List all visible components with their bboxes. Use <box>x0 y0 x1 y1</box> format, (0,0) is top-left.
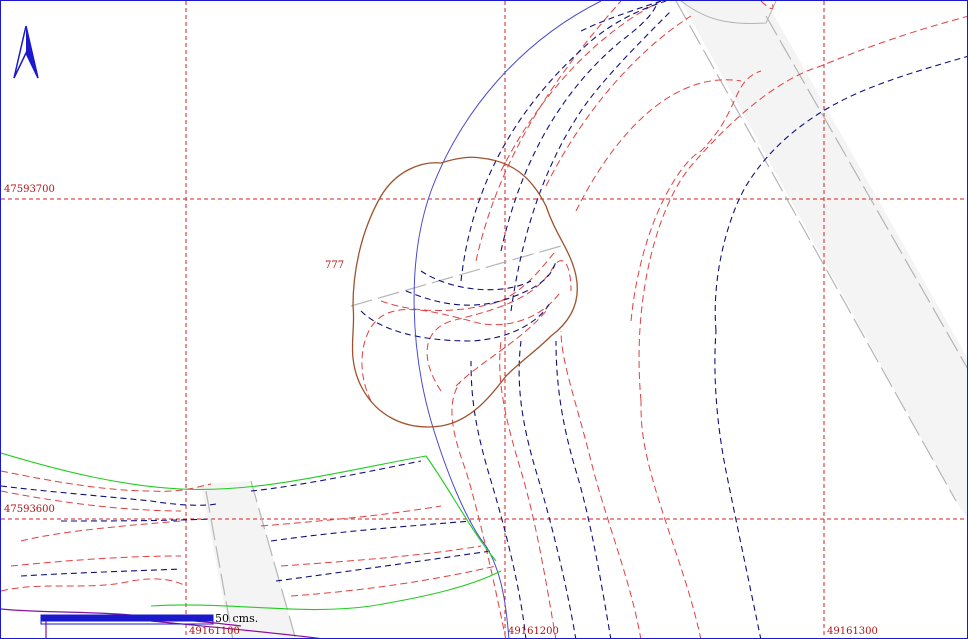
contour-line <box>10 555 182 567</box>
scale-bar <box>40 614 214 625</box>
grid-easting-label: 49161100 <box>189 626 240 637</box>
contour-line <box>20 520 182 542</box>
contour-line <box>555 340 612 638</box>
green-line <box>150 570 502 611</box>
contour-line <box>560 330 642 638</box>
road-edges <box>205 1 967 638</box>
contour-line <box>270 520 472 542</box>
contour-line <box>275 550 492 582</box>
contour-line <box>290 565 497 597</box>
contour-line <box>640 400 702 638</box>
grid-northing-label: 47593700 <box>4 184 55 195</box>
contour-line <box>360 300 552 342</box>
road-strips <box>201 1 967 638</box>
contour-line <box>500 1 662 172</box>
contour-line <box>475 1 622 262</box>
grid-easting-label: 49161200 <box>508 626 559 637</box>
contour-line <box>361 290 562 402</box>
contour-line <box>280 545 482 567</box>
road-edge-line <box>350 245 562 307</box>
map-canvas[interactable]: 47593700 47593600 49161100 49161200 4916… <box>0 0 968 639</box>
grid-easting-label: 49161300 <box>827 626 878 637</box>
contour-line <box>1 470 212 492</box>
north-arrow-icon <box>13 25 39 79</box>
contour-line <box>250 460 422 492</box>
contour-line <box>260 505 442 527</box>
map-drawing <box>1 1 967 638</box>
contour-line <box>405 260 557 306</box>
parcel-label: 777 <box>325 260 345 271</box>
contour-line <box>460 1 667 282</box>
scale-label: 50 cms. <box>215 612 259 625</box>
boundary-curve <box>413 1 602 638</box>
contour-line <box>20 568 182 577</box>
contour-line <box>545 15 692 187</box>
contour-line <box>500 5 657 252</box>
scale-bar-fill <box>40 614 214 622</box>
contour-line <box>499 340 557 638</box>
contour-line <box>380 250 557 311</box>
contour-line <box>1 578 187 592</box>
contour-line <box>426 260 572 392</box>
grid-northing-label: 47593600 <box>4 504 55 515</box>
contour-line <box>510 10 672 312</box>
road-edge-line <box>675 1 957 502</box>
contour-line <box>455 310 547 387</box>
parcel-outline <box>351 156 578 428</box>
contour-line <box>714 330 762 638</box>
contour-line <box>518 340 577 638</box>
contour-line <box>470 360 527 638</box>
